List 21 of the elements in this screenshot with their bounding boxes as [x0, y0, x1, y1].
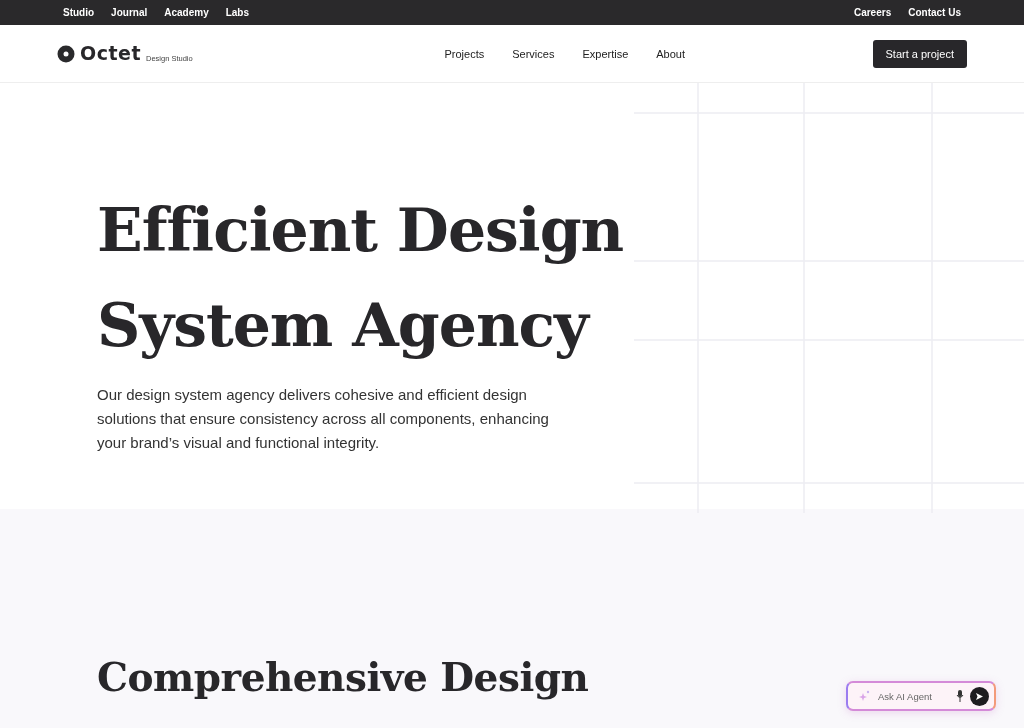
start-project-button[interactable]: Start a project — [872, 39, 967, 68]
microphone-icon[interactable] — [956, 690, 964, 702]
nav-link[interactable]: Projects — [444, 47, 485, 60]
top-link[interactable]: Academy — [164, 7, 209, 18]
send-icon — [975, 691, 984, 701]
top-link[interactable]: Journal — [111, 7, 148, 18]
send-button[interactable] — [970, 686, 989, 706]
nav-link[interactable]: About — [656, 47, 686, 60]
nav-link[interactable]: Services — [512, 47, 555, 60]
top-link[interactable]: Careers — [853, 7, 892, 18]
hero-title: Efficient Design System Agency — [97, 194, 624, 362]
top-link[interactable]: Contact Us — [908, 7, 961, 18]
top-link[interactable]: Studio — [63, 7, 95, 18]
hero-description: Our design system agency delivers cohesive and efficient design solutions that ensure consistency across all components, enhancing your brand’s visual and functional integrity. — [97, 385, 550, 453]
logo-icon — [57, 44, 75, 63]
ai-agent-input[interactable]: Ask AI Agent — [876, 689, 950, 703]
sparkle-icon — [858, 690, 870, 702]
section-heading: Comprehensive Design — [97, 654, 589, 700]
top-link[interactable]: Labs — [225, 7, 250, 18]
logo-text[interactable]: Octet — [80, 44, 141, 63]
nav-link[interactable]: Expertise — [582, 47, 629, 60]
